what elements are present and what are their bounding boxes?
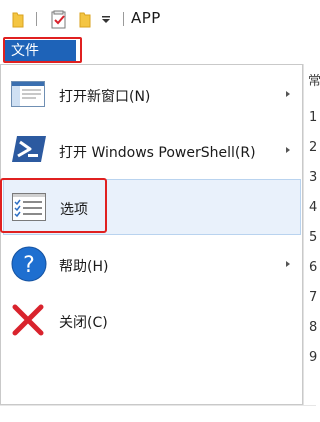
toolbar-separator <box>36 12 37 26</box>
submenu-arrow-icon <box>286 147 290 153</box>
row-number: 7 <box>309 290 318 305</box>
close-icon <box>12 304 44 336</box>
help-icon: ? <box>11 246 47 282</box>
menu-item-close[interactable]: 关闭(C) <box>3 292 301 348</box>
folder-icon[interactable] <box>12 11 24 28</box>
row-number: 3 <box>309 170 318 185</box>
powershell-icon <box>12 136 46 162</box>
new-window-icon <box>11 81 45 107</box>
menu-item-open-new-window[interactable]: 打开新窗口(N) <box>3 66 301 122</box>
status-area <box>0 406 316 422</box>
menu-item-label: 关闭(C) <box>59 315 108 331</box>
properties-icon[interactable] <box>51 10 68 29</box>
menu-item-label: 打开 Windows PowerShell(R) <box>59 145 256 161</box>
toolbar-separator <box>123 12 124 26</box>
row-number: 2 <box>309 140 318 155</box>
customize-dropdown-icon[interactable] <box>101 15 111 25</box>
window-title: APP <box>131 9 161 27</box>
title-bar: APP <box>0 0 316 38</box>
submenu-arrow-icon <box>286 91 290 97</box>
menu-item-open-powershell[interactable]: 打开 Windows PowerShell(R) <box>3 122 301 178</box>
folder-icon[interactable] <box>79 11 91 28</box>
row-number: 9 <box>309 350 318 365</box>
file-tab-highlight-box <box>3 37 82 63</box>
row-number: 5 <box>309 230 318 245</box>
menu-item-help[interactable]: ? 帮助(H) <box>3 236 301 292</box>
column-header: 常 <box>308 74 320 89</box>
row-number: 6 <box>309 260 318 275</box>
content-pane: 常 1 2 3 4 5 6 7 8 9 <box>303 64 320 405</box>
row-number: 8 <box>309 320 318 335</box>
submenu-arrow-icon <box>286 261 290 267</box>
file-menu: 打开新窗口(N) 打开 Windows PowerShell(R) 选项 ? 帮… <box>0 64 303 405</box>
row-number: 4 <box>309 200 318 215</box>
menu-item-label: 打开新窗口(N) <box>59 89 151 105</box>
menu-item-label: 帮助(H) <box>59 259 109 275</box>
options-highlight-box <box>0 178 107 233</box>
row-number: 1 <box>309 110 318 125</box>
svg-text:?: ? <box>23 253 35 278</box>
